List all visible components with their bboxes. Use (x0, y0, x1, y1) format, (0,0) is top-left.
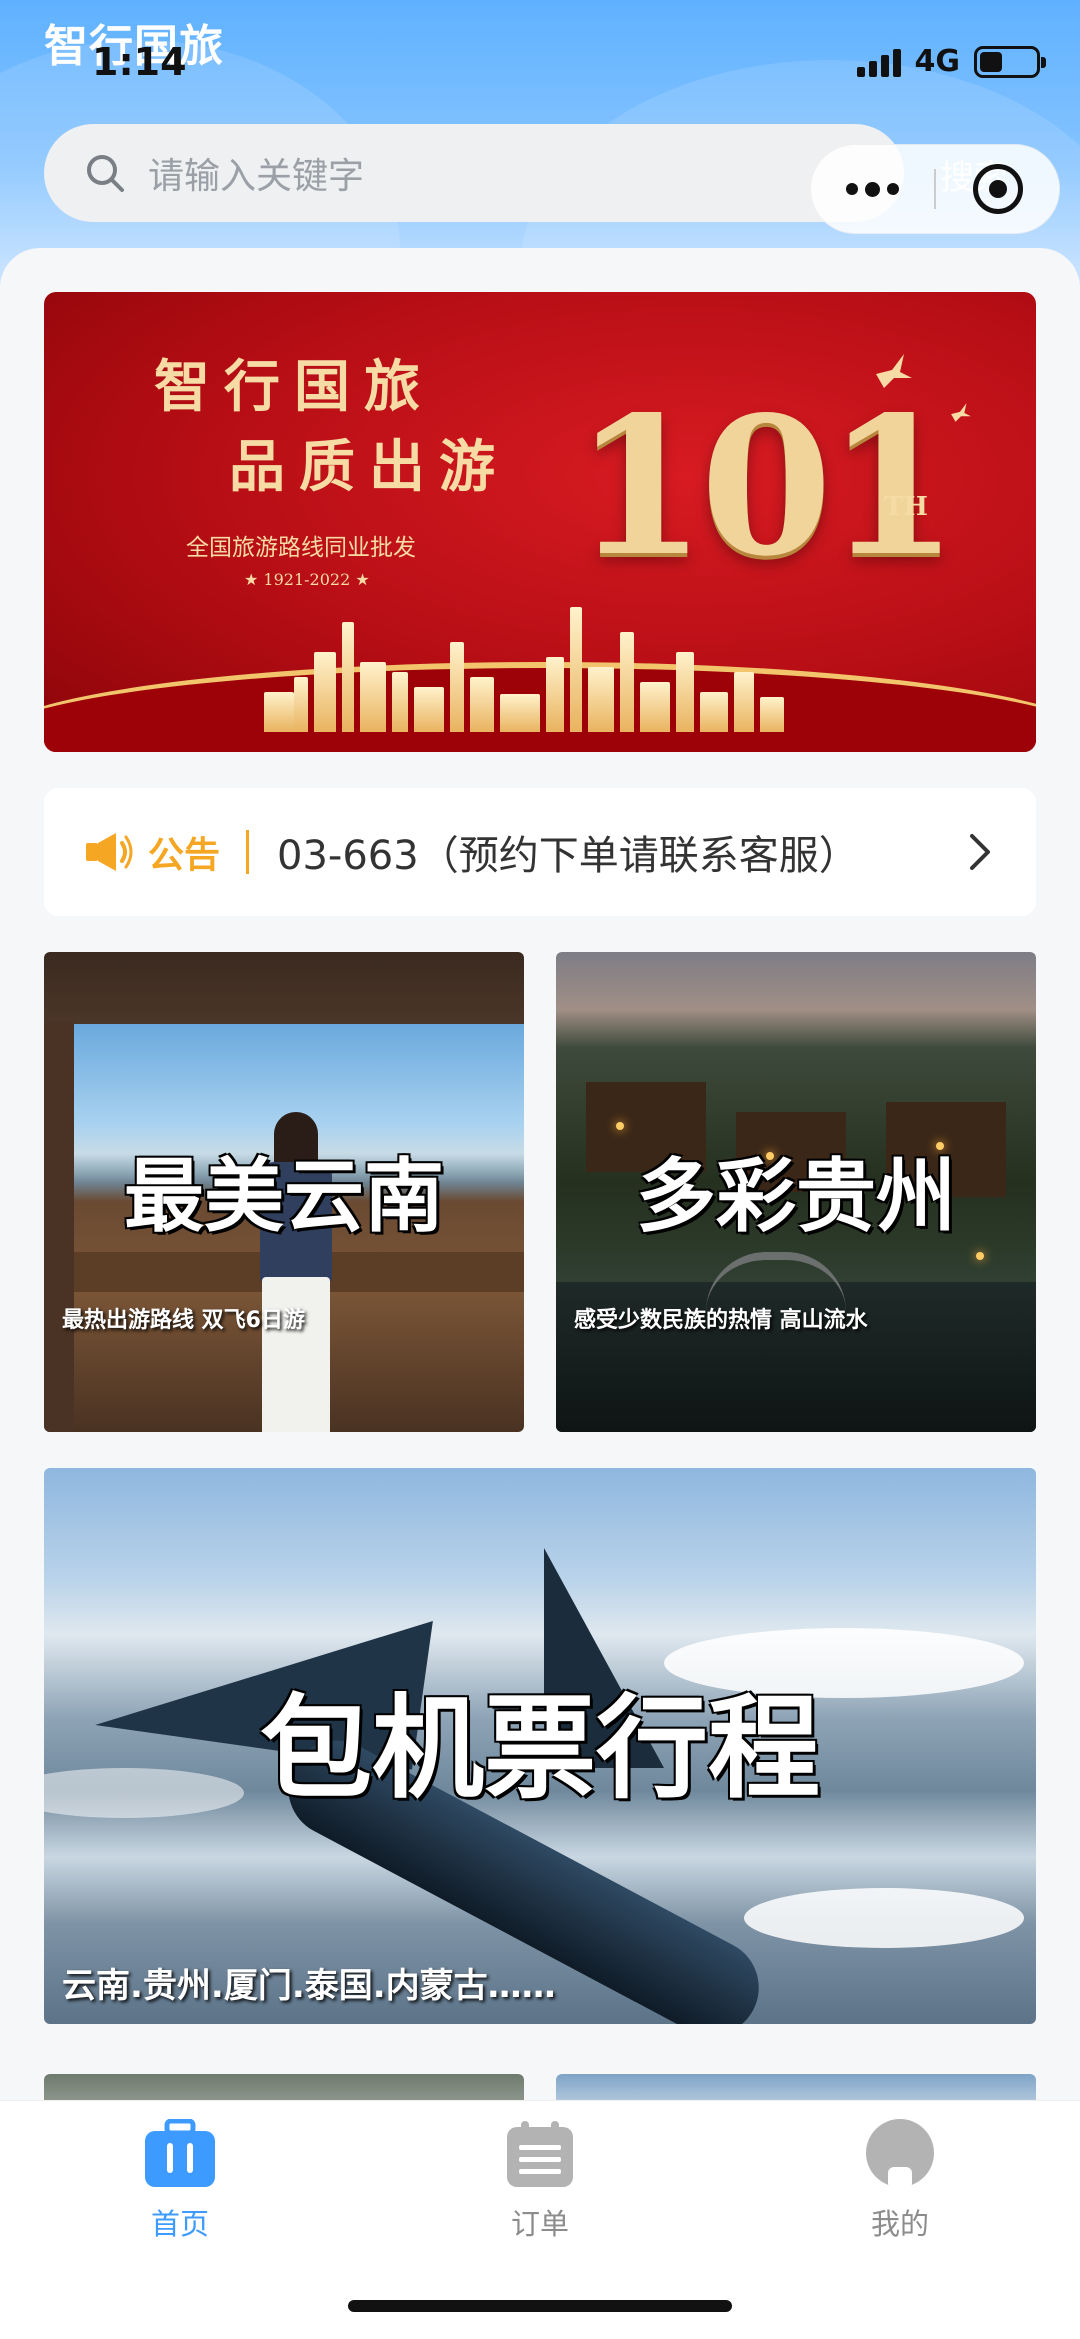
mini-program-capsule (810, 144, 1060, 234)
tab-label: 订单 (510, 2207, 569, 2241)
tile-charter-flight[interactable]: 包机票行程 云南.贵州.厦门.泰国.内蒙古…… (44, 1468, 1036, 2024)
promo-banner[interactable]: 智行国旅 品质出游 全国旅游路线同业批发 ★ 1921-2022 ★ 101 T… (44, 292, 1036, 752)
tile-decor (976, 1252, 984, 1260)
city-skyline (264, 602, 784, 732)
dove-icon (951, 403, 971, 422)
profile-icon (866, 2119, 934, 2189)
suitcase-icon (145, 2118, 215, 2187)
status-time: 1:14 (92, 40, 187, 84)
tile-yunnan[interactable]: 最美云南 最热出游路线 双飞6日游 (44, 952, 524, 1432)
megaphone-icon (86, 833, 133, 871)
main-content: 智行国旅 品质出游 全国旅游路线同业批发 ★ 1921-2022 ★ 101 T… (0, 248, 1080, 2108)
tile-subtitle: 云南.贵州.厦门.泰国.内蒙古…… (62, 1966, 556, 2006)
notice-label: 公告 (148, 835, 221, 876)
tab-label: 我的 (870, 2207, 929, 2241)
tab-label: 首页 (150, 2207, 209, 2241)
tab-profile[interactable]: 我的 (800, 2119, 1000, 2243)
tab-home[interactable]: 首页 (80, 2118, 280, 2243)
banner-line3: 全国旅游路线同业批发 (186, 535, 416, 561)
close-target-icon[interactable] (936, 164, 1059, 214)
network-type: 4G (914, 44, 961, 79)
search-input[interactable]: 请输入关键字 (44, 124, 904, 222)
signal-icon (856, 47, 901, 77)
banner-suffix: TH (884, 492, 928, 522)
search-icon (87, 155, 124, 192)
search-placeholder: 请输入关键字 (148, 156, 365, 197)
chevron-right-icon[interactable] (968, 832, 992, 872)
tile-title: 多彩贵州 (636, 1149, 956, 1243)
notice-divider (246, 830, 250, 874)
banner-years: ★ 1921-2022 ★ (244, 570, 370, 589)
banner-number: 101 (574, 375, 959, 598)
tile-title: 最美云南 (124, 1149, 444, 1243)
tile-title: 包机票行程 (260, 1683, 820, 1814)
notice-text: 03-663（预约下单请联系客服） (277, 833, 859, 879)
banner-line1: 智行国旅 (154, 354, 434, 420)
tab-orders[interactable]: 订单 (440, 2119, 640, 2243)
status-icons: 4G (856, 44, 1046, 79)
tile-decor (616, 1122, 624, 1130)
notice-bar[interactable]: 公告 03-663（预约下单请联系客服） (44, 788, 1036, 916)
tile-subtitle: 最热出游路线 双飞6日游 (62, 1308, 305, 1333)
tile-decor (744, 1888, 1024, 1948)
tile-subtitle: 感受少数民族的热情 高山流水 (574, 1308, 868, 1333)
dove-icon (876, 354, 912, 388)
banner-line2: 品质出游 (229, 434, 509, 500)
battery-icon (974, 45, 1046, 78)
home-indicator (348, 2300, 732, 2312)
tile-guizhou[interactable]: 多彩贵州 感受少数民族的热情 高山流水 (556, 952, 1036, 1432)
clipboard-icon (507, 2121, 573, 2187)
more-icon[interactable] (811, 181, 934, 197)
